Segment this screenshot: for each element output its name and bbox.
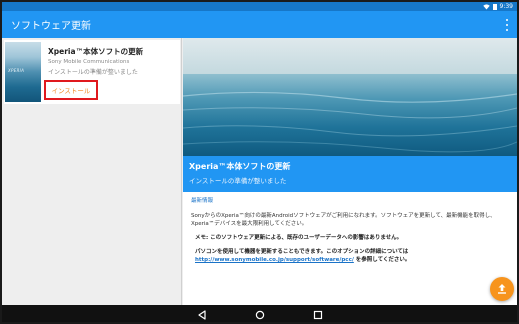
back-button[interactable] — [196, 309, 208, 321]
update-card-publisher: Sony Mobile Communications — [48, 59, 130, 65]
hero-image — [183, 38, 517, 156]
more-vert-icon[interactable] — [505, 19, 509, 31]
install-button-label: インストール — [51, 87, 91, 95]
navigation-bar — [2, 305, 517, 322]
update-list-pane: XPERIA Xperia™本体ソフトの更新 Sony Mobile Commu… — [2, 38, 182, 305]
detail-title: Xperia™本体ソフトの更新 — [189, 162, 291, 171]
hero-band: Xperia™本体ソフトの更新 インストールの準備が整いました — [183, 156, 517, 192]
support-link[interactable]: http://www.sonymobile.co.jp/support/soft… — [195, 257, 354, 263]
upload-icon — [498, 284, 506, 294]
app-bar: ソフトウェア更新 — [2, 11, 517, 38]
thumbnail-logo: XPERIA — [8, 68, 25, 73]
detail-body: SonyからのXperia™向けの最新Androidソフトウェアがご利用になれま… — [191, 212, 509, 228]
recents-icon — [313, 310, 322, 319]
back-icon — [197, 309, 206, 320]
section-label: 最新情報 — [191, 198, 214, 204]
status-time: 9:39 — [499, 3, 513, 10]
detail-subtitle: インストールの準備が整いました — [189, 177, 287, 185]
recents-button[interactable] — [312, 309, 324, 321]
body-line-1: SonyからのXperia™向けの最新Androidソフトウェアがご利用になれま… — [191, 213, 496, 219]
update-card-status: インストールの準備が整いました — [48, 69, 138, 76]
upload-fab[interactable] — [490, 277, 514, 301]
status-bar: 9:39 — [2, 2, 517, 11]
home-icon — [255, 310, 264, 319]
app-title: ソフトウェア更新 — [11, 21, 91, 32]
update-card-title: Xperia™本体ソフトの更新 — [48, 47, 144, 56]
note-pc-update-text: パソコンを使用して機器を更新することもできます。このオプションの詳細については — [195, 249, 409, 255]
install-button[interactable]: インストール — [44, 80, 98, 100]
note-no-data-impact: メモ: このソフトウェア更新による、既存のユーザーデータへの影響はありません。 — [195, 235, 403, 241]
note-pc-update-suffix: を参照してください。 — [355, 257, 411, 263]
detail-content: 最新情報 SonyからのXperia™向けの最新Androidソフトウェアがご利… — [183, 192, 517, 268]
battery-icon — [492, 3, 497, 10]
home-button[interactable] — [254, 309, 266, 321]
body-line-2: Xperia™デバイスを最大限利用してください。 — [191, 221, 308, 227]
update-thumbnail: XPERIA — [5, 42, 41, 102]
device-frame: 9:39 ソフトウェア更新 XPERIA Xperia™本体ソフトの更新 Son… — [0, 0, 519, 324]
update-detail-pane: Xperia™本体ソフトの更新 インストールの準備が整いました 最新情報 Son… — [183, 38, 517, 305]
note-pc-update: パソコンを使用して機器を更新することもできます。このオプションの詳細については … — [191, 248, 509, 264]
update-card[interactable]: XPERIA Xperia™本体ソフトの更新 Sony Mobile Commu… — [4, 40, 180, 104]
wifi-icon — [482, 3, 490, 9]
